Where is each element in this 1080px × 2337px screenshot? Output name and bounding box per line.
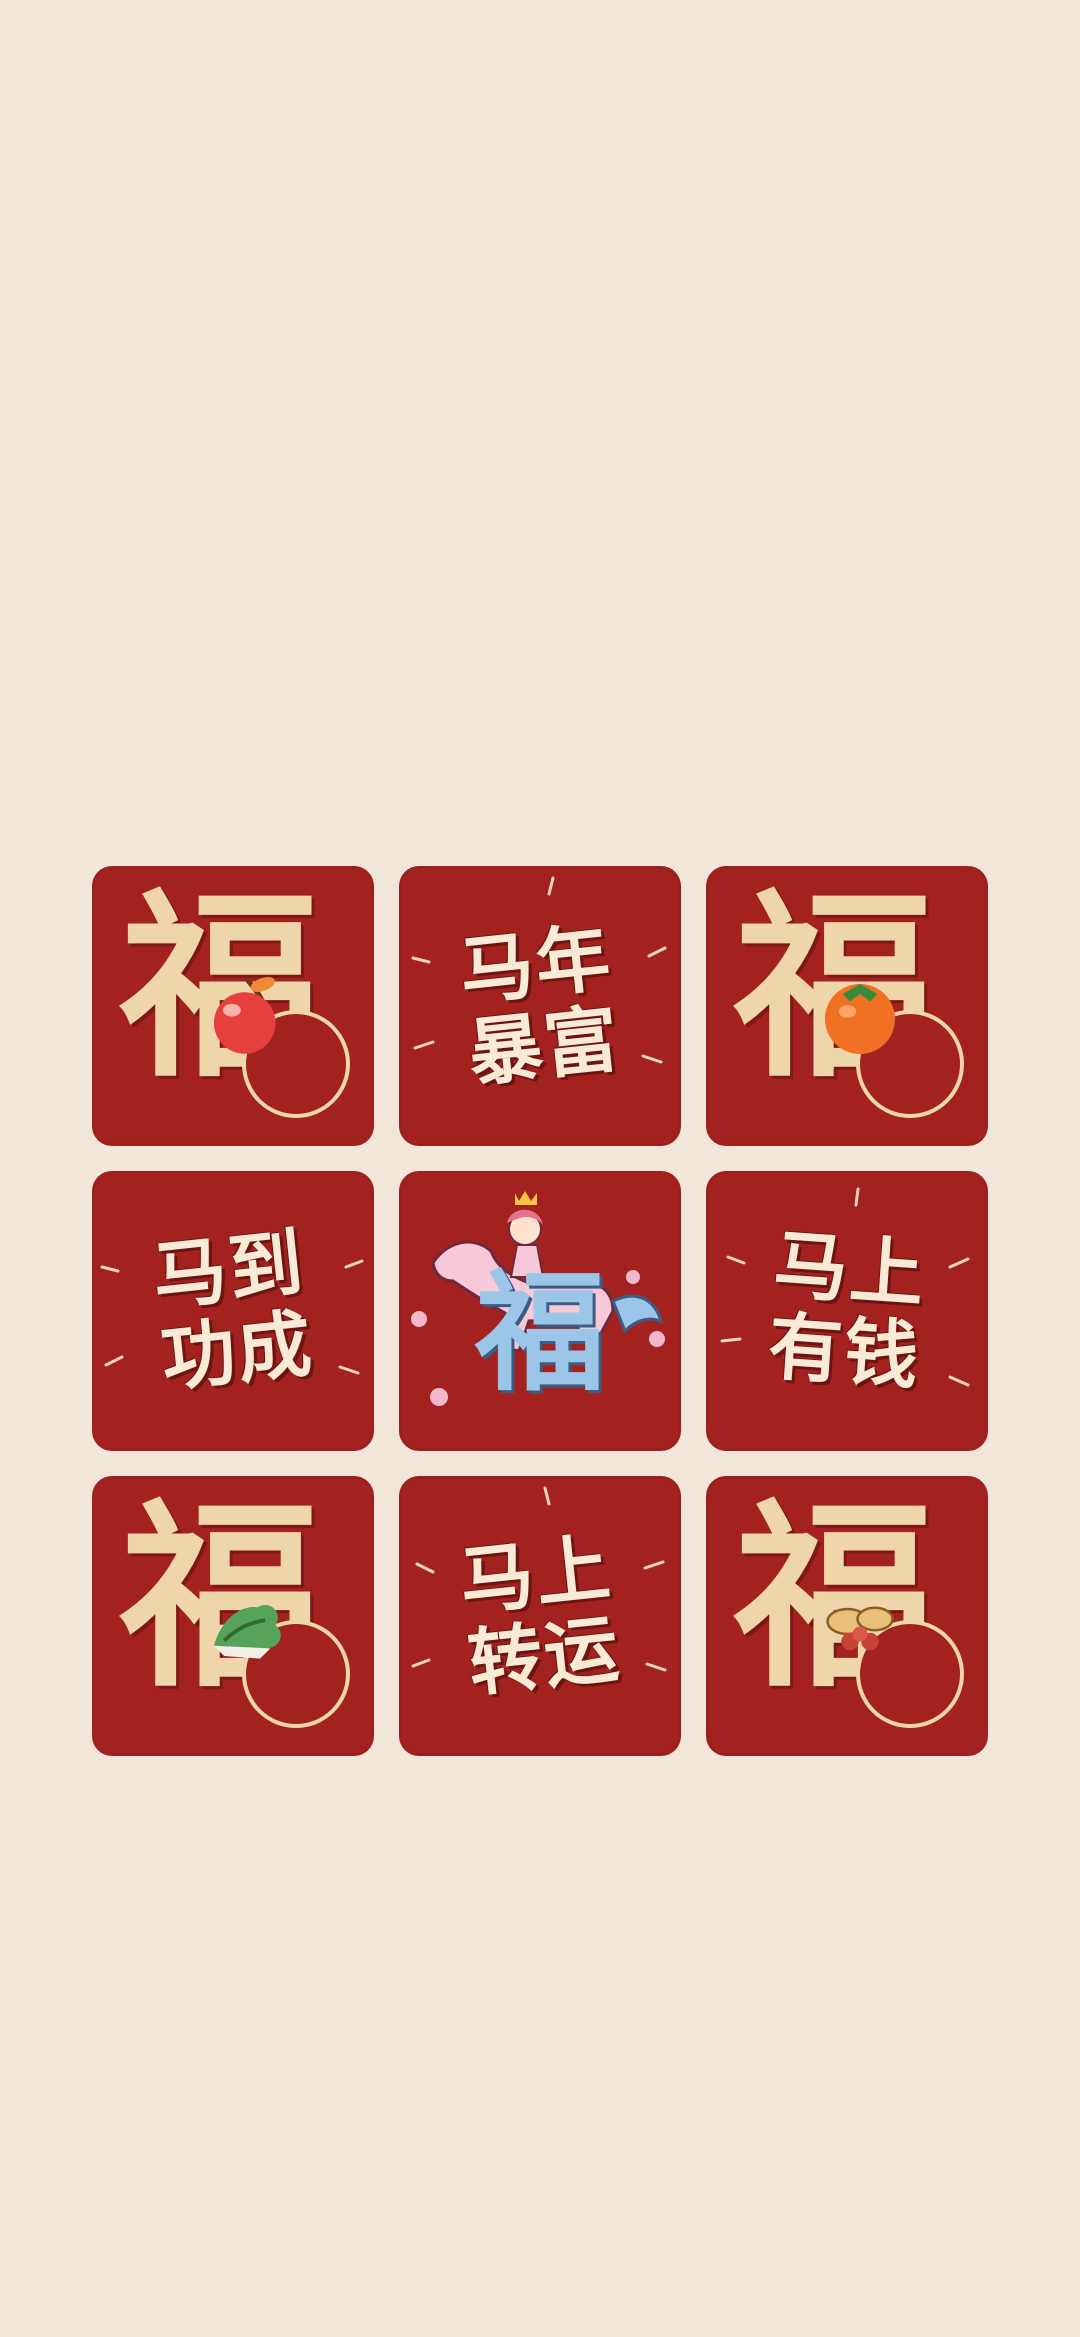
cherry-icon [213, 977, 276, 1054]
slogan-text: 马到 功成 [92, 1215, 374, 1408]
fu-peanuts-tile[interactable]: 福 [706, 1476, 988, 1756]
fruit-ring [213, 1605, 350, 1728]
fu-glyph: 福 [474, 1256, 606, 1410]
fu-persimmon-tile[interactable]: 福 [706, 866, 988, 1146]
slogan-tile-3[interactable]: 马上 有钱 [706, 1171, 988, 1451]
leafy-greens-icon [213, 1605, 281, 1659]
fu-greens-tile[interactable]: 福 [92, 1476, 374, 1756]
fruit-ring [826, 1606, 964, 1728]
slogan-tile-1[interactable]: 马年 暴富 [399, 866, 681, 1146]
sticker-grid: 福 马年 暴富 福 马到 功成 福 马上 有钱 福 马上 转运 福 [92, 866, 988, 1756]
horse-fu-tile[interactable]: 福 [399, 1171, 681, 1451]
fu-cherry-tile[interactable]: 福 [92, 866, 374, 1146]
slogan-text: 马上 有钱 [706, 1219, 988, 1402]
persimmon-icon [825, 984, 895, 1054]
fruit-ring [213, 977, 350, 1118]
slogan-tile-4[interactable]: 马上 转运 [399, 1476, 681, 1756]
peanuts-icon [826, 1606, 894, 1651]
slogan-text: 马上 转运 [399, 1520, 681, 1713]
slogan-text: 马年 暴富 [399, 910, 681, 1103]
fruit-ring [825, 984, 964, 1118]
slogan-tile-2[interactable]: 马到 功成 [92, 1171, 374, 1451]
